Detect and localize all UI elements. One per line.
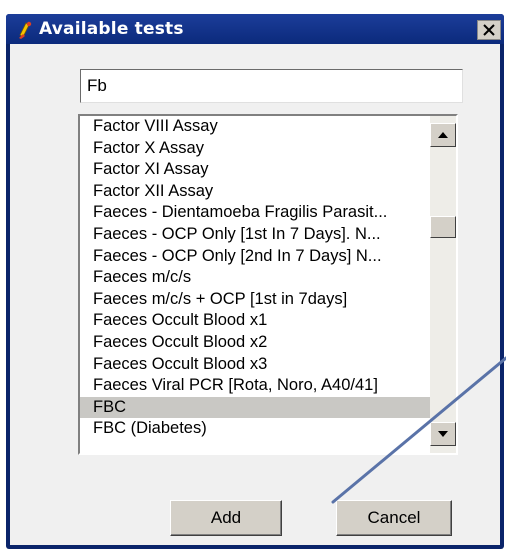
vertical-scrollbar[interactable] bbox=[430, 116, 456, 453]
list-item[interactable]: Factor VIII Assay bbox=[80, 116, 430, 138]
list-item[interactable]: Factor XII Assay bbox=[80, 181, 430, 203]
scroll-up-button[interactable] bbox=[430, 123, 456, 147]
cancel-button[interactable]: Cancel bbox=[336, 500, 452, 536]
pill-person-icon bbox=[17, 20, 35, 40]
available-tests-dialog: Available tests Factor VIII AssayFactor … bbox=[6, 14, 504, 549]
scroll-down-arrow-icon bbox=[438, 431, 448, 437]
scroll-down-button[interactable] bbox=[430, 422, 456, 446]
list-item[interactable]: Faeces - OCP Only [1st In 7 Days]. N... bbox=[80, 224, 430, 246]
list-item[interactable]: FBC bbox=[80, 396, 430, 419]
dialog-title: Available tests bbox=[39, 19, 184, 39]
add-button[interactable]: Add bbox=[170, 500, 282, 536]
tests-list[interactable]: Factor VIII Assay Factor X Assay Factor XI… bbox=[80, 116, 430, 453]
list-item[interactable]: Faeces Occult Blood x2 bbox=[80, 332, 430, 354]
list-item[interactable]: Faeces - Dientamoeba Fragilis Parasit... bbox=[80, 202, 430, 224]
dialog-body: Factor VIII AssayFactor X AssayFactor XI… bbox=[10, 44, 500, 545]
close-button[interactable] bbox=[477, 20, 501, 40]
list-item[interactable]: Faeces Viral PCR [Rota, Noro, A40/41] bbox=[80, 375, 430, 397]
scroll-thumb[interactable] bbox=[430, 216, 456, 238]
list-item[interactable]: Faeces Occult Blood x1 bbox=[80, 310, 430, 332]
list-item[interactable]: Faeces Occult Blood x3 bbox=[80, 354, 430, 376]
list-item[interactable]: Factor X Assay bbox=[80, 138, 430, 160]
list-item[interactable]: Factor XI Assay bbox=[80, 159, 430, 181]
scroll-up-arrow-icon bbox=[438, 132, 448, 138]
list-item[interactable]: Faeces - OCP Only [2nd In 7 Days] N... bbox=[80, 246, 430, 268]
list-item[interactable]: FBC (Diabetes) bbox=[80, 418, 430, 440]
close-icon bbox=[483, 24, 495, 36]
tests-listbox[interactable]: Factor VIII Assay Factor X Assay Factor XI… bbox=[78, 114, 458, 455]
search-input[interactable] bbox=[80, 69, 463, 103]
list-item[interactable]: Faeces m/c/s bbox=[80, 267, 430, 289]
list-item[interactable]: Faeces m/c/s + OCP [1st in 7days] bbox=[80, 289, 430, 311]
title-bar[interactable]: Available tests bbox=[6, 14, 504, 44]
